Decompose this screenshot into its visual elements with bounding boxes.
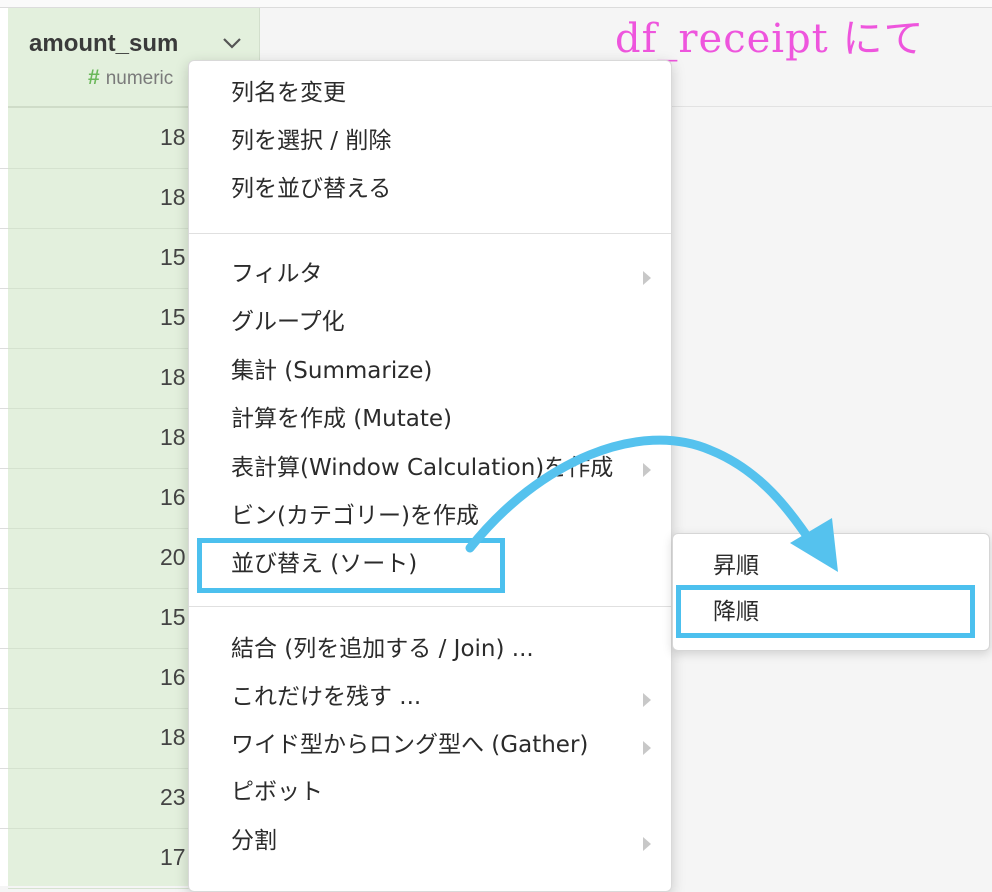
row-gridline [0,708,8,709]
numeric-type-icon: # [88,66,100,89]
menu-separator [189,606,671,607]
menu-item-summarize[interactable]: 集計 (Summarize) [231,353,651,389]
descending-highlight-box [676,585,975,638]
menu-item-gather[interactable]: ワイド型からロング型へ (Gather) [231,727,651,763]
row-gridline [0,648,8,649]
menu-item-select-delete[interactable]: 列を選択 / 削除 [231,123,651,159]
menu-item-filter[interactable]: フィルタ [231,256,651,292]
menu-item-group-by[interactable]: グループ化 [231,304,651,340]
row-gridline [0,768,8,769]
menu-item-create-bins[interactable]: ビン(カテゴリー)を作成 [231,498,651,534]
menu-item-split[interactable]: 分割 [231,823,651,859]
submenu-item-ascending[interactable]: 昇順 [713,548,759,584]
menu-item-keep-only[interactable]: これだけを残す ... [231,679,651,715]
menu-item-reorder-columns[interactable]: 列を並び替える [231,171,651,207]
row-gridline [0,528,8,529]
sort-highlight-box [197,538,505,593]
menu-item-rename[interactable]: 列名を変更 [231,75,651,111]
row-gridline [0,168,8,169]
chevron-right-icon [643,271,651,285]
menu-item-join[interactable]: 結合 (列を追加する / Join) ... [231,631,651,667]
column-context-menu: 列名を変更 列を選択 / 削除 列を並び替える フィルタ グループ化 集計 (S… [188,60,672,892]
row-gridline [0,408,8,409]
menu-separator [189,233,671,234]
chevron-right-icon [643,741,651,755]
row-gridline [0,468,8,469]
chevron-right-icon [643,837,651,851]
row-index-strip [0,8,8,886]
menu-item-pivot[interactable]: ピボット [231,774,651,810]
menu-item-window-calculation[interactable]: 表計算(Window Calculation)を作成 [231,450,651,486]
chevron-down-icon[interactable] [221,36,243,50]
column-type-label: numeric [105,68,174,89]
chevron-right-icon [643,463,651,477]
menu-item-mutate[interactable]: 計算を作成 (Mutate) [231,401,651,437]
annotation-text: df_receipt にて [615,16,925,62]
row-gridline [0,348,8,349]
row-gridline [0,228,8,229]
row-gridline [0,288,8,289]
column-name: amount_sum [29,30,179,57]
column-type: # numeric [88,66,173,90]
row-gridline [0,828,8,829]
chevron-right-icon [643,693,651,707]
row-gridline [0,588,8,589]
